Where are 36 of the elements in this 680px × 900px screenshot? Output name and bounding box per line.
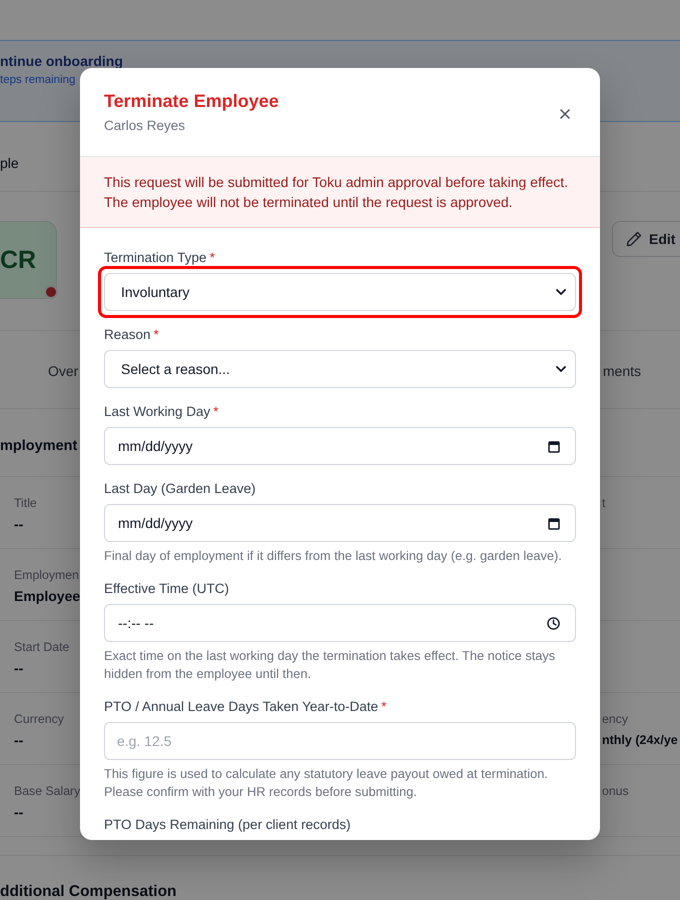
field-label: PTO Days Remaining (per client records) xyxy=(104,817,351,833)
required-mark: * xyxy=(210,250,215,266)
help-text: This figure is used to calculate any statutory leave payout owed at termination. Please confirm with your HR records before submitting. xyxy=(104,765,549,801)
field-label: Title xyxy=(14,495,37,511)
field-value: Employee xyxy=(14,587,80,606)
help-text: Final day of employment if it differs from the last working day (e.g. garden leave). xyxy=(104,547,563,565)
field-label: t xyxy=(602,495,606,511)
help-text: Exact time on the last working day the termination takes effect. The notice stays hidden from the employee until then. xyxy=(104,647,556,683)
field-label: PTO / Annual Leave Days Taken Year-to-Date xyxy=(104,699,378,715)
field-label: Employmen xyxy=(14,567,80,583)
section-title: mployment xyxy=(0,438,78,454)
banner-subtitle: teps remaining xyxy=(0,73,76,88)
field-value: -- xyxy=(14,659,24,678)
modal-title: Terminate Employee xyxy=(104,90,279,113)
field-label: Currency xyxy=(14,711,64,727)
field-label: Termination Type xyxy=(104,250,207,266)
field-label: Effective Time (UTC) xyxy=(104,581,230,597)
modal-subtitle: Carlos Reyes xyxy=(104,117,186,135)
field-label: ency xyxy=(602,711,629,727)
field-value: -- xyxy=(14,731,24,750)
field-label: Last Day (Garden Leave) xyxy=(104,481,256,497)
required-mark: * xyxy=(213,404,219,420)
avatar-initials: CR xyxy=(0,246,36,274)
field-label: Base Salary xyxy=(14,783,80,799)
required-mark: * xyxy=(381,699,386,715)
section-title: dditional Compensation xyxy=(0,883,177,900)
field-value: nthly (24x/ye xyxy=(602,732,679,749)
field-label: Reason xyxy=(104,327,151,343)
approval-notice: This request will be submitted for Toku admin approval before taking effect. The employee will not be terminated until the request is approved. xyxy=(80,157,600,228)
required-mark: * xyxy=(154,327,159,343)
field-label: Last Working Day xyxy=(104,404,210,420)
field-value: -- xyxy=(14,803,24,822)
field-value: -- xyxy=(14,515,24,534)
field-label: onus xyxy=(602,783,630,799)
field-label: Start Date xyxy=(14,639,70,655)
banner-title: ntinue onboarding xyxy=(0,53,124,69)
